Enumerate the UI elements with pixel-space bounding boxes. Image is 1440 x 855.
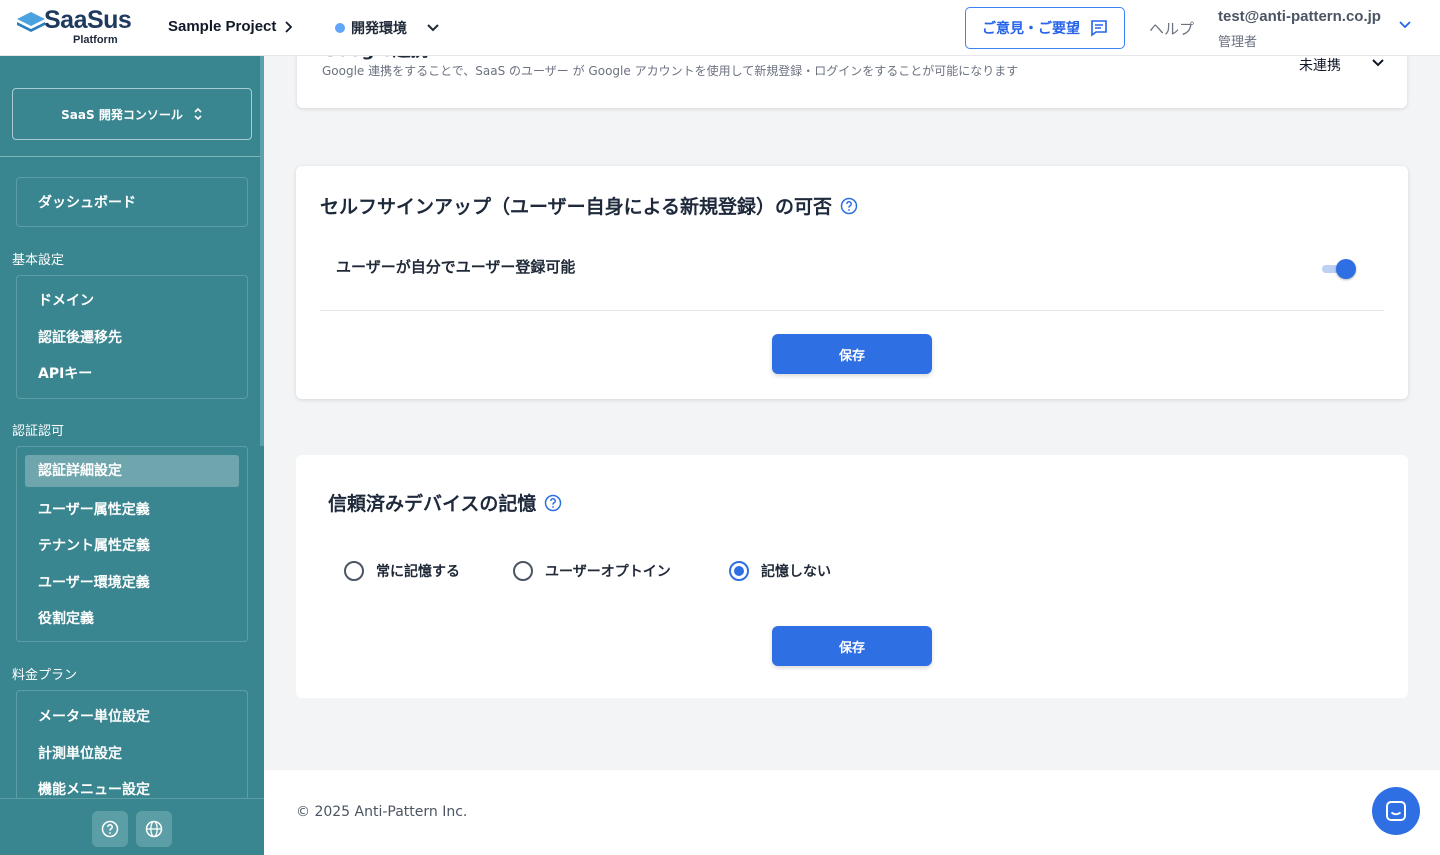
project-selector[interactable]: Sample Project — [168, 18, 293, 35]
sidebar-section-label: 認証認可 — [12, 424, 65, 439]
sidebar-group-basic: ドメイン 認証後遷移先 APIキー — [16, 275, 248, 399]
self-signup-card: セルフサインアップ（ユーザー自身による新規登録）の可否 ユーザーが自分でユーザー… — [296, 166, 1408, 399]
chevron-right-icon — [285, 20, 293, 33]
feedback-label: ご意見・ご要望 — [982, 21, 1080, 37]
sidebar-item-dashboard[interactable]: ダッシュボード — [38, 192, 136, 212]
radio-do-not-remember[interactable]: 記憶しない — [729, 561, 831, 581]
sidebar-section-label: 料金プラン — [12, 668, 78, 683]
logo-mark-icon — [17, 12, 45, 32]
self-signup-title-row: セルフサインアップ（ユーザー自身による新規登録）の可否 — [320, 192, 858, 219]
saasus-logo[interactable]: SaaSus Platform — [16, 6, 146, 48]
chevron-down-icon[interactable] — [1398, 20, 1412, 30]
sidebar-item-feature-menu[interactable]: 機能メニュー設定 — [38, 779, 150, 799]
sidebar-item-meter-unit[interactable]: メーター単位設定 — [38, 706, 150, 726]
sidebar-item-roles[interactable]: 役割定義 — [38, 608, 94, 628]
environment-status-dot — [335, 23, 345, 33]
chevron-down-icon[interactable] — [1371, 58, 1385, 68]
logo-subtext: Platform — [73, 34, 118, 46]
sidebar-item-user-attributes[interactable]: ユーザー属性定義 — [38, 499, 150, 519]
google-integration-status: 未連携 — [1299, 58, 1341, 74]
radio-label: 記憶しない — [761, 564, 831, 580]
self-signup-toggle[interactable] — [1321, 258, 1357, 280]
trusted-device-title-row: 信頼済みデバイスの記憶 — [328, 489, 562, 516]
chat-icon — [1386, 801, 1406, 821]
help-circle-icon — [101, 820, 119, 838]
sidebar-section-label: 基本設定 — [12, 253, 65, 268]
language-button[interactable] — [136, 811, 172, 847]
sidebar-group-auth: 認証詳細設定 ユーザー属性定義 テナント属性定義 ユーザー環境定義 役割定義 — [16, 446, 248, 642]
sidebar-group-dashboard: ダッシュボード — [16, 177, 248, 227]
globe-icon — [145, 820, 163, 838]
sidebar-item-domain[interactable]: ドメイン — [38, 290, 94, 310]
sidebar-item-auth-detail[interactable]: 認証詳細設定 — [25, 455, 239, 487]
toggle-knob — [1336, 259, 1356, 279]
copyright-text: © 2025 Anti-Pattern Inc. — [296, 804, 468, 820]
radio-label: ユーザーオプトイン — [545, 564, 671, 580]
radio-label: 常に記憶する — [376, 564, 460, 580]
self-signup-title: セルフサインアップ（ユーザー自身による新規登録）の可否 — [320, 196, 833, 218]
user-email[interactable]: test@anti-pattern.co.jp — [1218, 8, 1381, 25]
sidebar-divider — [0, 156, 260, 157]
trusted-device-save-button[interactable]: 保存 — [772, 626, 932, 666]
help-circle-icon[interactable] — [544, 494, 562, 512]
help-link[interactable]: ヘルプ — [1149, 18, 1194, 39]
radio-always-remember[interactable]: 常に記憶する — [344, 561, 460, 581]
divider — [320, 310, 1384, 311]
user-role: 管理者 — [1218, 35, 1258, 50]
self-signup-row-label: ユーザーが自分でユーザー登録可能 — [336, 258, 576, 276]
chat-launcher-button[interactable] — [1372, 787, 1420, 835]
radio-circle — [513, 561, 533, 581]
help-circle-button[interactable] — [92, 811, 128, 847]
sidebar-item-redirect[interactable]: 認証後遷移先 — [38, 327, 122, 347]
feedback-button[interactable]: ご意見・ご要望 — [965, 7, 1125, 49]
sidebar: SaaS 開発コンソール ダッシュボード 基本設定 ドメイン 認証後遷移先 AP… — [0, 56, 264, 855]
logo-text: SaaSus — [44, 6, 132, 34]
trusted-device-title: 信頼済みデバイスの記憶 — [328, 493, 537, 515]
sidebar-item-user-environment[interactable]: ユーザー環境定義 — [38, 572, 150, 592]
console-label: SaaS 開発コンソール — [61, 107, 183, 122]
trusted-device-card: 信頼済みデバイスの記憶 常に記憶する ユーザーオプトイン 記憶しない 保存 — [296, 455, 1408, 698]
environment-name: 開発環境 — [351, 21, 407, 37]
radio-circle — [344, 561, 364, 581]
help-circle-icon[interactable] — [840, 197, 858, 215]
sidebar-item-apikey[interactable]: APIキー — [38, 363, 92, 383]
comment-icon — [1091, 20, 1107, 37]
sidebar-footer — [0, 798, 264, 855]
project-name: Sample Project — [168, 18, 277, 35]
radio-user-opt-in[interactable]: ユーザーオプトイン — [513, 561, 671, 581]
self-signup-save-button[interactable]: 保存 — [772, 334, 932, 374]
environment-selector[interactable]: 開発環境 — [335, 18, 439, 38]
chevron-up-down-icon — [194, 107, 202, 121]
sidebar-item-tenant-attributes[interactable]: テナント属性定義 — [38, 535, 150, 555]
sidebar-item-measurement-unit[interactable]: 計測単位設定 — [38, 743, 122, 763]
console-switcher-button[interactable]: SaaS 開発コンソール — [12, 88, 252, 140]
top-header: SaaSus Platform Sample Project 開発環境 ご意見・… — [0, 0, 1440, 56]
page-footer: © 2025 Anti-Pattern Inc. — [264, 770, 1440, 855]
google-integration-description: Google 連携をすることで、SaaS のユーザー が Google アカウン… — [322, 64, 1019, 78]
sidebar-scrollbar[interactable] — [260, 56, 264, 446]
radio-circle-selected — [729, 561, 749, 581]
chevron-down-icon — [427, 24, 439, 32]
